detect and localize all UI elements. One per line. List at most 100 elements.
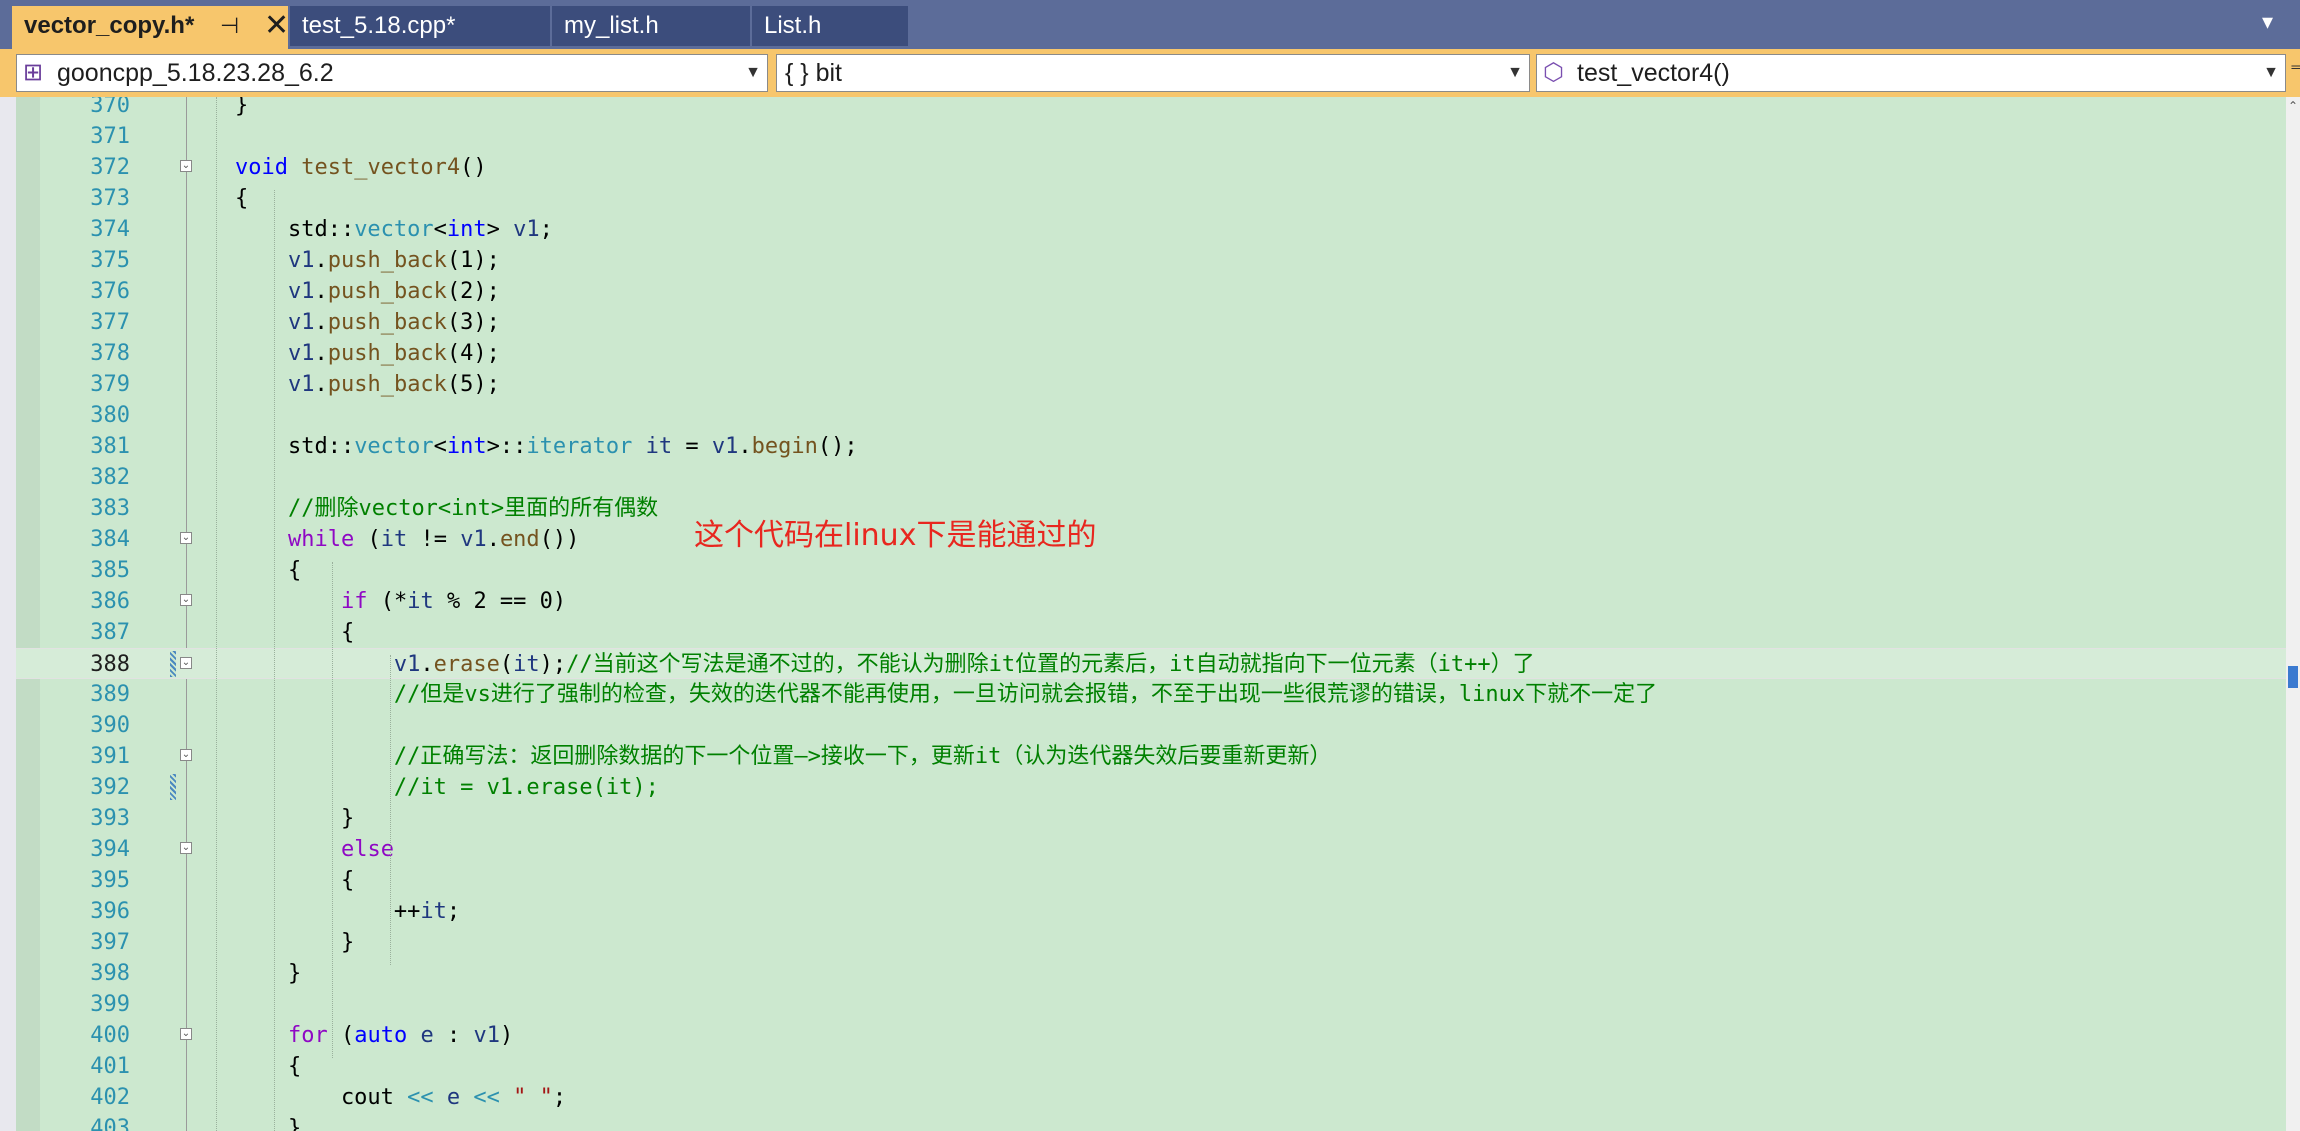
code-line[interactable]: 398 } [16,958,2286,989]
chevron-down-icon[interactable]: ▾ [2262,10,2273,35]
code-line[interactable]: 395 { [16,865,2286,896]
code-text: cout << e << " "; [182,1082,566,1113]
scope-dropdown-value: { } bit [785,59,842,87]
code-line[interactable]: 370 } [16,97,2286,121]
code-text: } [182,803,354,834]
chevron-down-icon[interactable]: ▼ [2263,55,2279,91]
line-number: 378 [90,341,130,366]
code-token: begin [751,434,818,459]
member-dropdown[interactable]: ⬡ test_vector4() ▼ [1536,54,2286,92]
code-line[interactable]: 377 v1.push_back(3); [16,307,2286,338]
code-text: ++it; [182,896,460,927]
code-editor[interactable]: 370 } 371 372 ⌄ void test_vector4() 373 {374… [16,97,2286,1131]
chevron-down-icon[interactable]: ▼ [1507,55,1523,91]
code-token: e [446,1085,461,1110]
tab-label: vector_copy.h* [24,12,195,39]
line-number: 384 [90,527,130,552]
code-line[interactable]: 392 //it = v1.erase(it); [16,772,2286,803]
code-line[interactable]: 374 std::vector<int> v1; [16,214,2286,245]
code-token: it [380,527,408,552]
code-line[interactable]: 399 [16,989,2286,1020]
close-icon[interactable]: ✕ [264,6,288,46]
code-line[interactable]: 401 { [16,1051,2286,1082]
code-token: push_back [327,341,447,366]
code-line[interactable]: 403 } [16,1113,2286,1131]
scrollbar-top-arrow[interactable]: ⌃ [2288,99,2298,113]
tab-vector-copy-h[interactable]: vector_copy.h* ⊣ ✕ [12,6,288,49]
code-line[interactable]: 389 //但是vs进行了强制的检查，失效的迭代器不能再使用，一旦访问就会报错，… [16,679,2286,710]
navigation-bar: ⊞ gooncpp_5.18.23.28_6.2 ▼ { } bit ▼ ⬡ t… [0,49,2300,97]
code-token: for [287,1023,328,1048]
code-line[interactable]: 375 v1.push_back(1); [16,245,2286,276]
code-text: for (auto e : v1) [182,1020,513,1051]
code-token: } [182,1116,302,1131]
split-icon[interactable]: ⁼ [2290,59,2300,84]
code-token: std:: [182,434,355,459]
vertical-scrollbar[interactable]: ⌃ [2286,97,2300,1131]
line-number: 402 [90,1085,130,1110]
code-text: void test_vector4() [182,152,487,183]
project-dropdown[interactable]: ⊞ gooncpp_5.18.23.28_6.2 ▼ [16,54,768,92]
code-token: . [314,372,328,397]
tab-test-5-18-cpp[interactable]: test_5.18.cpp* [290,6,550,46]
code-token: std:: [182,217,355,242]
code-token: vector [354,434,434,459]
code-line[interactable]: 386 ⌄ if (*it % 2 == 0) [16,586,2286,617]
tab-list-h[interactable]: List.h [752,6,908,46]
line-number: 400 [90,1023,130,1048]
code-line[interactable]: 372 ⌄ void test_vector4() [16,152,2286,183]
code-line[interactable]: 388 ⌄ v1.erase(it);//当前这个写法是通不过的，不能认为删除it… [16,648,2286,679]
line-number: 383 [90,496,130,521]
code-line[interactable]: 402 cout << e << " "; [16,1082,2286,1113]
code-line[interactable]: 394 ⌄ else [16,834,2286,865]
code-line[interactable]: 400 ⌄ for (auto e : v1) [16,1020,2286,1051]
code-token: << [473,1085,500,1110]
code-token: it [407,589,434,614]
tab-my-list-h[interactable]: my_list.h [552,6,750,46]
code-token: . [314,310,328,335]
line-number: 385 [90,558,130,583]
code-token: v1 [287,341,315,366]
code-token: void [234,155,288,180]
code-line[interactable]: 378 v1.push_back(4); [16,338,2286,369]
code-token: . [738,434,752,459]
code-line[interactable]: 371 [16,121,2286,152]
code-token: erase [433,652,500,677]
code-line[interactable]: 380 [16,400,2286,431]
scope-dropdown[interactable]: { } bit ▼ [776,54,1530,92]
change-marker-icon [170,651,176,677]
code-line[interactable]: 393 } [16,803,2286,834]
code-text: { [182,555,301,586]
line-number: 373 [90,186,130,211]
code-token: ; [552,1085,567,1110]
line-number: 401 [90,1054,130,1079]
code-line[interactable]: 385 { [16,555,2286,586]
code-line[interactable]: 390 [16,710,2286,741]
code-line[interactable]: 376 v1.push_back(2); [16,276,2286,307]
code-token: //但是vs进行了强制的检查，失效的迭代器不能再使用，一旦访问就会报错，不至于出… [393,682,1658,707]
chevron-down-icon[interactable]: ▼ [745,55,761,91]
code-token: ++ [182,899,421,924]
code-line[interactable]: 387 { [16,617,2286,648]
line-number: 380 [90,403,130,428]
change-marker-icon [170,774,176,800]
code-line[interactable]: 391 ⌄ //正确写法：返回删除数据的下一个位置—>接收一下，更新it（认为迭代… [16,741,2286,772]
code-token: (1); [446,248,500,273]
code-line[interactable]: 384 ⌄ while (it != v1.end()) [16,524,2286,555]
code-line[interactable]: 373 { [16,183,2286,214]
code-text: //删除vector<int>里面的所有偶数 [182,493,658,524]
code-line[interactable]: 396 ++it; [16,896,2286,927]
line-number: 388 [90,652,130,677]
code-line[interactable]: 382 [16,462,2286,493]
code-line[interactable]: 379 v1.push_back(5); [16,369,2286,400]
pin-icon[interactable]: ⊣ [220,6,239,46]
code-line[interactable]: 381 std::vector<int>::iterator it = v1.b… [16,431,2286,462]
code-line[interactable]: 397 } [16,927,2286,958]
code-line[interactable]: 383 //删除vector<int>里面的所有偶数 [16,493,2286,524]
